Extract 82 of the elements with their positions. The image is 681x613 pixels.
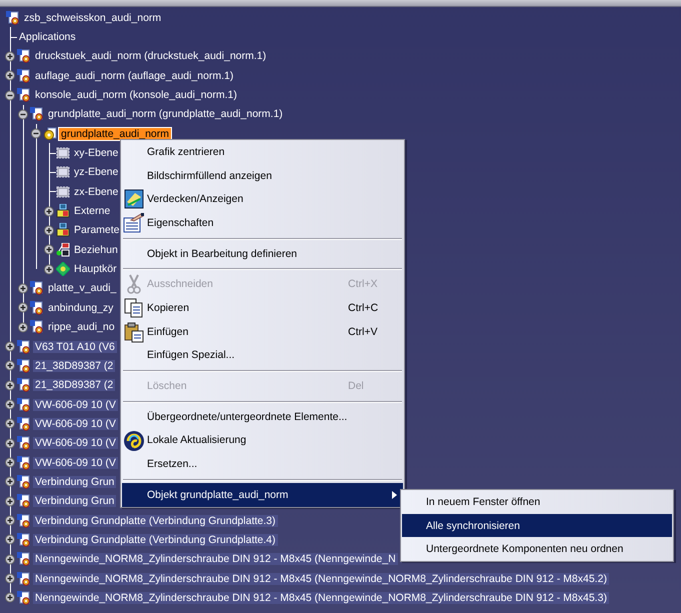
product-icon	[17, 532, 31, 547]
relations-icon	[56, 242, 70, 257]
tree-item[interactable]: yz-Ebene	[72, 166, 120, 178]
tree-item[interactable]: VW-606-09 10 (V	[33, 418, 118, 430]
plane-icon	[56, 146, 70, 160]
update-icon	[123, 430, 145, 452]
product-icon	[17, 398, 31, 412]
product-icon	[17, 68, 31, 83]
product-icon	[17, 358, 31, 373]
tree-item[interactable]: 21_38D89387 (2	[33, 360, 116, 372]
menu-item[interactable]: Grafik zentrieren	[122, 140, 403, 164]
tree-item[interactable]: 21_38D89387 (2	[33, 379, 116, 392]
parameters-icon	[56, 223, 70, 238]
product-icon	[30, 300, 44, 315]
product-icon	[17, 456, 31, 470]
menu-item[interactable]: Lokale Aktualisierung	[122, 428, 403, 452]
tree-item[interactable]: grundplatte_audi_norm (grundplatte_audi_norm.1)	[46, 108, 285, 120]
tree-item[interactable]: Verbindung Grun	[33, 495, 116, 508]
menu-item[interactable]: Objekt grundplatte_audi_norm	[122, 482, 403, 507]
product-icon	[17, 552, 31, 566]
product-icon	[17, 474, 31, 489]
product-icon	[17, 514, 31, 528]
menu-item[interactable]: Alle synchronisieren	[402, 514, 672, 538]
product-icon	[6, 10, 20, 25]
tree-item[interactable]: Verbindung Grun	[33, 476, 116, 488]
menu-item[interactable]: Kopieren Ctrl+C	[122, 296, 403, 320]
tree-item[interactable]: platte_v_audi_	[46, 282, 118, 294]
tree-item[interactable]: anbindung_zy	[46, 302, 116, 314]
tree-item[interactable]: konsole_audi_norm (konsole_audi_norm.1)	[33, 89, 239, 102]
menu-item[interactable]: Einfügen Ctrl+V	[122, 320, 403, 344]
parameters-icon	[56, 204, 70, 218]
tree-item[interactable]: auflage_audi_norm (auflage_audi_norm.1)	[33, 70, 236, 82]
tree-item[interactable]: grundplatte_audi_norm	[59, 128, 171, 140]
menu-item[interactable]: Verdecken/Anzeigen	[122, 187, 403, 212]
product-icon	[17, 340, 31, 354]
tree-item[interactable]: Nenngewinde_NORM8_Zylinderschraube DIN 912 - M8x45 (Nenngewinde_NORM8_Zylinderschraube DIN 912 - M8x45.2)	[33, 572, 609, 585]
properties-icon	[123, 212, 145, 234]
product-icon	[17, 436, 31, 450]
product-icon	[30, 107, 44, 122]
tree-item[interactable]: V63 T01 A10 (V6	[33, 340, 117, 353]
tree-item[interactable]: rippe_audi_no	[46, 321, 117, 334]
plane-icon	[56, 184, 70, 199]
product-icon	[30, 281, 44, 296]
product-icon	[17, 378, 31, 392]
plane-icon	[56, 165, 70, 180]
product-icon	[17, 49, 31, 64]
product-icon	[17, 416, 31, 431]
tree-item[interactable]: Applications	[17, 31, 78, 44]
tree-item[interactable]: druckstuek_audi_norm (druckstuek_audi_norm.1)	[33, 50, 268, 62]
tree-item[interactable]: Hauptkör	[72, 263, 119, 276]
tree-item[interactable]: Verbindung Grundplatte (Verbindung Grundplatte.3)	[33, 514, 278, 527]
tree-item[interactable]: Nenngewinde_NORM8_Zylinderschraube DIN 912 - M8x45 (Nenngewinde_NORM8_Zylinderschraube DIN 912 - M8x45.3)	[33, 592, 609, 604]
product-icon	[30, 320, 44, 334]
product-icon	[17, 590, 31, 605]
tree-item[interactable]: Paramete	[72, 224, 122, 236]
menu-item[interactable]: Objekt in Bearbeitung definieren	[122, 242, 403, 266]
menu-item[interactable]: Ersetzen...	[122, 452, 403, 476]
product-icon	[17, 572, 31, 586]
tree-item[interactable]: zsb_schweisskon_audi_norm	[22, 12, 164, 24]
copy-icon	[123, 297, 145, 320]
submenu-arrow-icon	[392, 490, 397, 499]
tree-item[interactable]: VW-606-09 10 (V	[33, 456, 118, 469]
product-icon	[17, 494, 31, 508]
menu-item[interactable]: Einfügen Spezial...	[122, 344, 403, 368]
menu-item[interactable]: Übergeordnete/untergeordnete Elemente...	[122, 404, 403, 429]
tree-item[interactable]: Verbindung Grundplatte (Verbindung Grundplatte.4)	[33, 534, 278, 546]
body-icon	[56, 262, 70, 276]
tree-item[interactable]: xy-Ebene	[72, 147, 120, 160]
tree-item[interactable]: VW-606-09 10 (V	[33, 437, 118, 450]
tree-item[interactable]: VW-606-09 10 (V	[33, 398, 118, 411]
paste-icon	[123, 320, 145, 343]
menu-item[interactable]: In neuem Fenster öffnen	[402, 490, 672, 514]
gear-icon	[43, 126, 57, 141]
menu-item[interactable]: Untergeordnete Komponenten neu ordnen	[402, 537, 672, 562]
tree-item[interactable]: Beziehun	[72, 244, 120, 256]
menu-item[interactable]: Eigenschaften	[122, 211, 403, 235]
hide-show-icon	[123, 188, 145, 210]
tree-item[interactable]: Externe	[72, 205, 112, 218]
tree-item[interactable]: zx-Ebene	[72, 186, 120, 198]
tree-item[interactable]: Nenngewinde_NORM8_Zylinderschraube DIN 912 - M8x45 (Nenngewinde_N	[33, 553, 398, 566]
menu-item[interactable]: Bildschirmfüllend anzeigen	[122, 164, 403, 188]
product-icon	[17, 88, 31, 102]
